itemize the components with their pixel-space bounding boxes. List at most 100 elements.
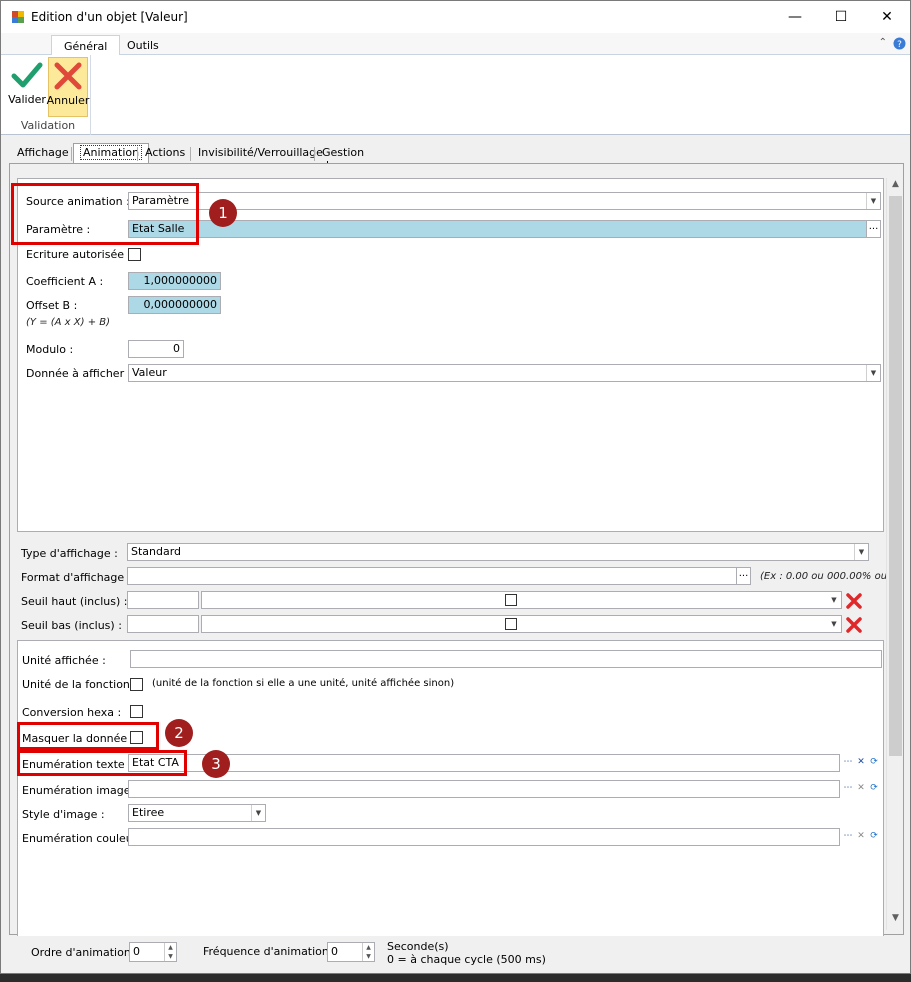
text-enumeration-input[interactable]: Etat CTA [128,754,840,772]
offset-label: Offset B : [26,299,78,312]
tab-invisibility-lock[interactable]: Invisibilité/Verrouillage [192,144,329,163]
data-to-display-value: Valeur [132,366,167,379]
collapse-ribbon-icon[interactable]: ⌃ [879,37,887,50]
refresh-icon[interactable]: ⟳ [868,780,880,796]
title-bar: Edition d'un objet [Valeur] — ☐ ✕ [1,1,910,33]
taskbar-strip [0,974,911,982]
coefficient-input[interactable]: 1,000000000 [128,272,221,290]
frequency-note: 0 = à chaque cycle (500 ms) [387,953,546,966]
annotation-box-3 [17,750,187,776]
browse-ellipsis-button[interactable]: ... [866,221,880,237]
tab-animation-label: Animation [80,145,143,160]
image-style-label: Style d'image : [22,808,105,821]
data-to-display-select[interactable]: Valeur ▼ [128,364,881,382]
help-icon[interactable]: ? [893,37,906,50]
ellipsis-icon[interactable]: ⋯ [842,754,854,770]
validation-group: Valider Annuler Validation [5,55,91,135]
animation-frequency-label: Fréquence d'animation : [203,945,337,958]
chevron-down-icon: ▼ [866,365,880,381]
high-threshold-input[interactable] [127,591,199,609]
spinner-arrows-icon[interactable]: ▲ ▼ [362,943,374,961]
color-enumeration-label: Enumération couleur : [22,832,145,845]
ribbon-tab-strip: Général Outils ⌃ ? [1,33,910,56]
function-unit-label: Unité de la fonction : [22,678,138,691]
format-ellipsis-button[interactable]: ... [736,568,750,584]
displayed-unit-input[interactable] [130,650,882,668]
format-hint: (Ex : 0.00 ou 000.00% ou s) [760,571,900,582]
image-style-select[interactable]: Etiree ▼ [128,804,266,822]
high-threshold-label: Seuil haut (inclus) : [21,595,128,608]
formula-hint: (Y = (A x X) + B) [26,317,111,328]
write-allowed-checkbox[interactable] [128,248,141,261]
minimize-icon[interactable]: — [772,1,818,33]
function-unit-hint: (unité de la fonction si elle a une unit… [152,678,455,689]
refresh-icon[interactable]: ⟳ [868,828,880,844]
annotation-marker-1: 1 [209,199,237,227]
tab-role-management[interactable]: Gestion des rôles [316,144,370,185]
tab-display[interactable]: Affichage [11,144,75,163]
color-enumeration-input[interactable] [128,828,840,846]
vertical-scrollbar[interactable]: ▲ ▼ [886,178,903,930]
write-allowed-label: Ecriture autorisée : [26,248,132,261]
animation-order-value: 0 [133,945,140,958]
scroll-up-icon[interactable]: ▲ [887,179,904,195]
ribbon-tab-tools[interactable]: Outils [115,35,171,56]
edit-object-window: Edition d'un objet [Valeur] — ☐ ✕ Généra… [0,0,911,974]
scroll-down-icon[interactable]: ▼ [887,913,904,929]
svg-text:?: ? [897,40,902,50]
clear-x-icon[interactable]: ✕ [855,754,867,770]
offset-input[interactable]: 0,000000000 [128,296,221,314]
clear-high-threshold-icon[interactable] [845,592,863,610]
annotation-marker-3: 3 [202,750,230,778]
cancel-button[interactable]: Annuler [47,57,89,117]
data-to-display-label: Donnée à afficher : [26,367,132,380]
clear-low-threshold-icon[interactable] [845,616,863,634]
text-enumeration-actions: ⋯ ✕ ⟳ [842,754,880,770]
hex-conversion-checkbox[interactable] [130,705,143,718]
coefficient-label: Coefficient A : [26,275,104,288]
animation-frequency-value: 0 [331,945,338,958]
color-enumeration-actions: ⋯ ✕ ⟳ [842,828,880,844]
source-animation-select[interactable]: Paramètre ▼ [128,192,881,210]
image-enumeration-input[interactable] [128,780,840,798]
animation-order-spinner[interactable]: 0 ▲ ▼ [129,942,177,962]
low-threshold-input[interactable] [127,615,199,633]
color-swatch-icon [505,618,517,630]
chevron-down-icon: ▼ [251,805,265,821]
hex-conversion-label: Conversion hexa : [22,706,122,719]
parameter-field[interactable]: Etat Salle ... [128,220,881,238]
animation-order-label: Ordre d'animation : [31,946,139,959]
scrollbar-thumb[interactable] [889,196,902,756]
ribbon-tab-general[interactable]: Général [51,35,121,56]
display-type-select[interactable]: Standard ▼ [127,543,869,561]
low-threshold-label: Seuil bas (inclus) : [21,619,122,632]
refresh-icon[interactable]: ⟳ [868,754,880,770]
image-enumeration-label: Enumération image : [22,784,138,797]
image-style-value: Etiree [132,806,165,819]
high-threshold-color-select[interactable]: ▼ [201,591,842,609]
ellipsis-icon[interactable]: ⋯ [842,780,854,796]
function-unit-checkbox[interactable] [130,678,143,691]
animation-frequency-spinner[interactable]: 0 ▲ ▼ [327,942,375,962]
display-format-input[interactable]: ... [127,567,751,585]
display-format-label: Format d'affichage : [21,571,132,584]
image-enumeration-actions: ⋯ ✕ ⟳ [842,780,880,796]
annotation-box-1 [11,183,199,245]
modulo-input[interactable]: 0 [128,340,184,358]
low-threshold-color-select[interactable]: ▼ [201,615,842,633]
clear-x-icon[interactable]: ✕ [855,828,867,844]
animation-tab-content: Source animation : Paramètre ▼ Paramètre… [9,163,904,936]
validate-button[interactable]: Valider [7,57,47,117]
chevron-down-icon: ▼ [827,616,841,632]
spinner-arrows-icon[interactable]: ▲ ▼ [164,943,176,961]
chevron-down-icon: ▼ [866,193,880,209]
clear-x-icon[interactable]: ✕ [855,780,867,796]
color-swatch-icon [505,594,517,606]
ellipsis-icon[interactable]: ⋯ [842,828,854,844]
tab-actions[interactable]: Actions [139,144,191,163]
displayed-unit-label: Unité affichée : [22,654,106,667]
checkmark-icon [11,62,43,88]
maximize-icon[interactable]: ☐ [818,1,864,33]
ribbon-body: Valider Annuler Validation [1,55,910,135]
close-icon[interactable]: ✕ [864,1,910,33]
